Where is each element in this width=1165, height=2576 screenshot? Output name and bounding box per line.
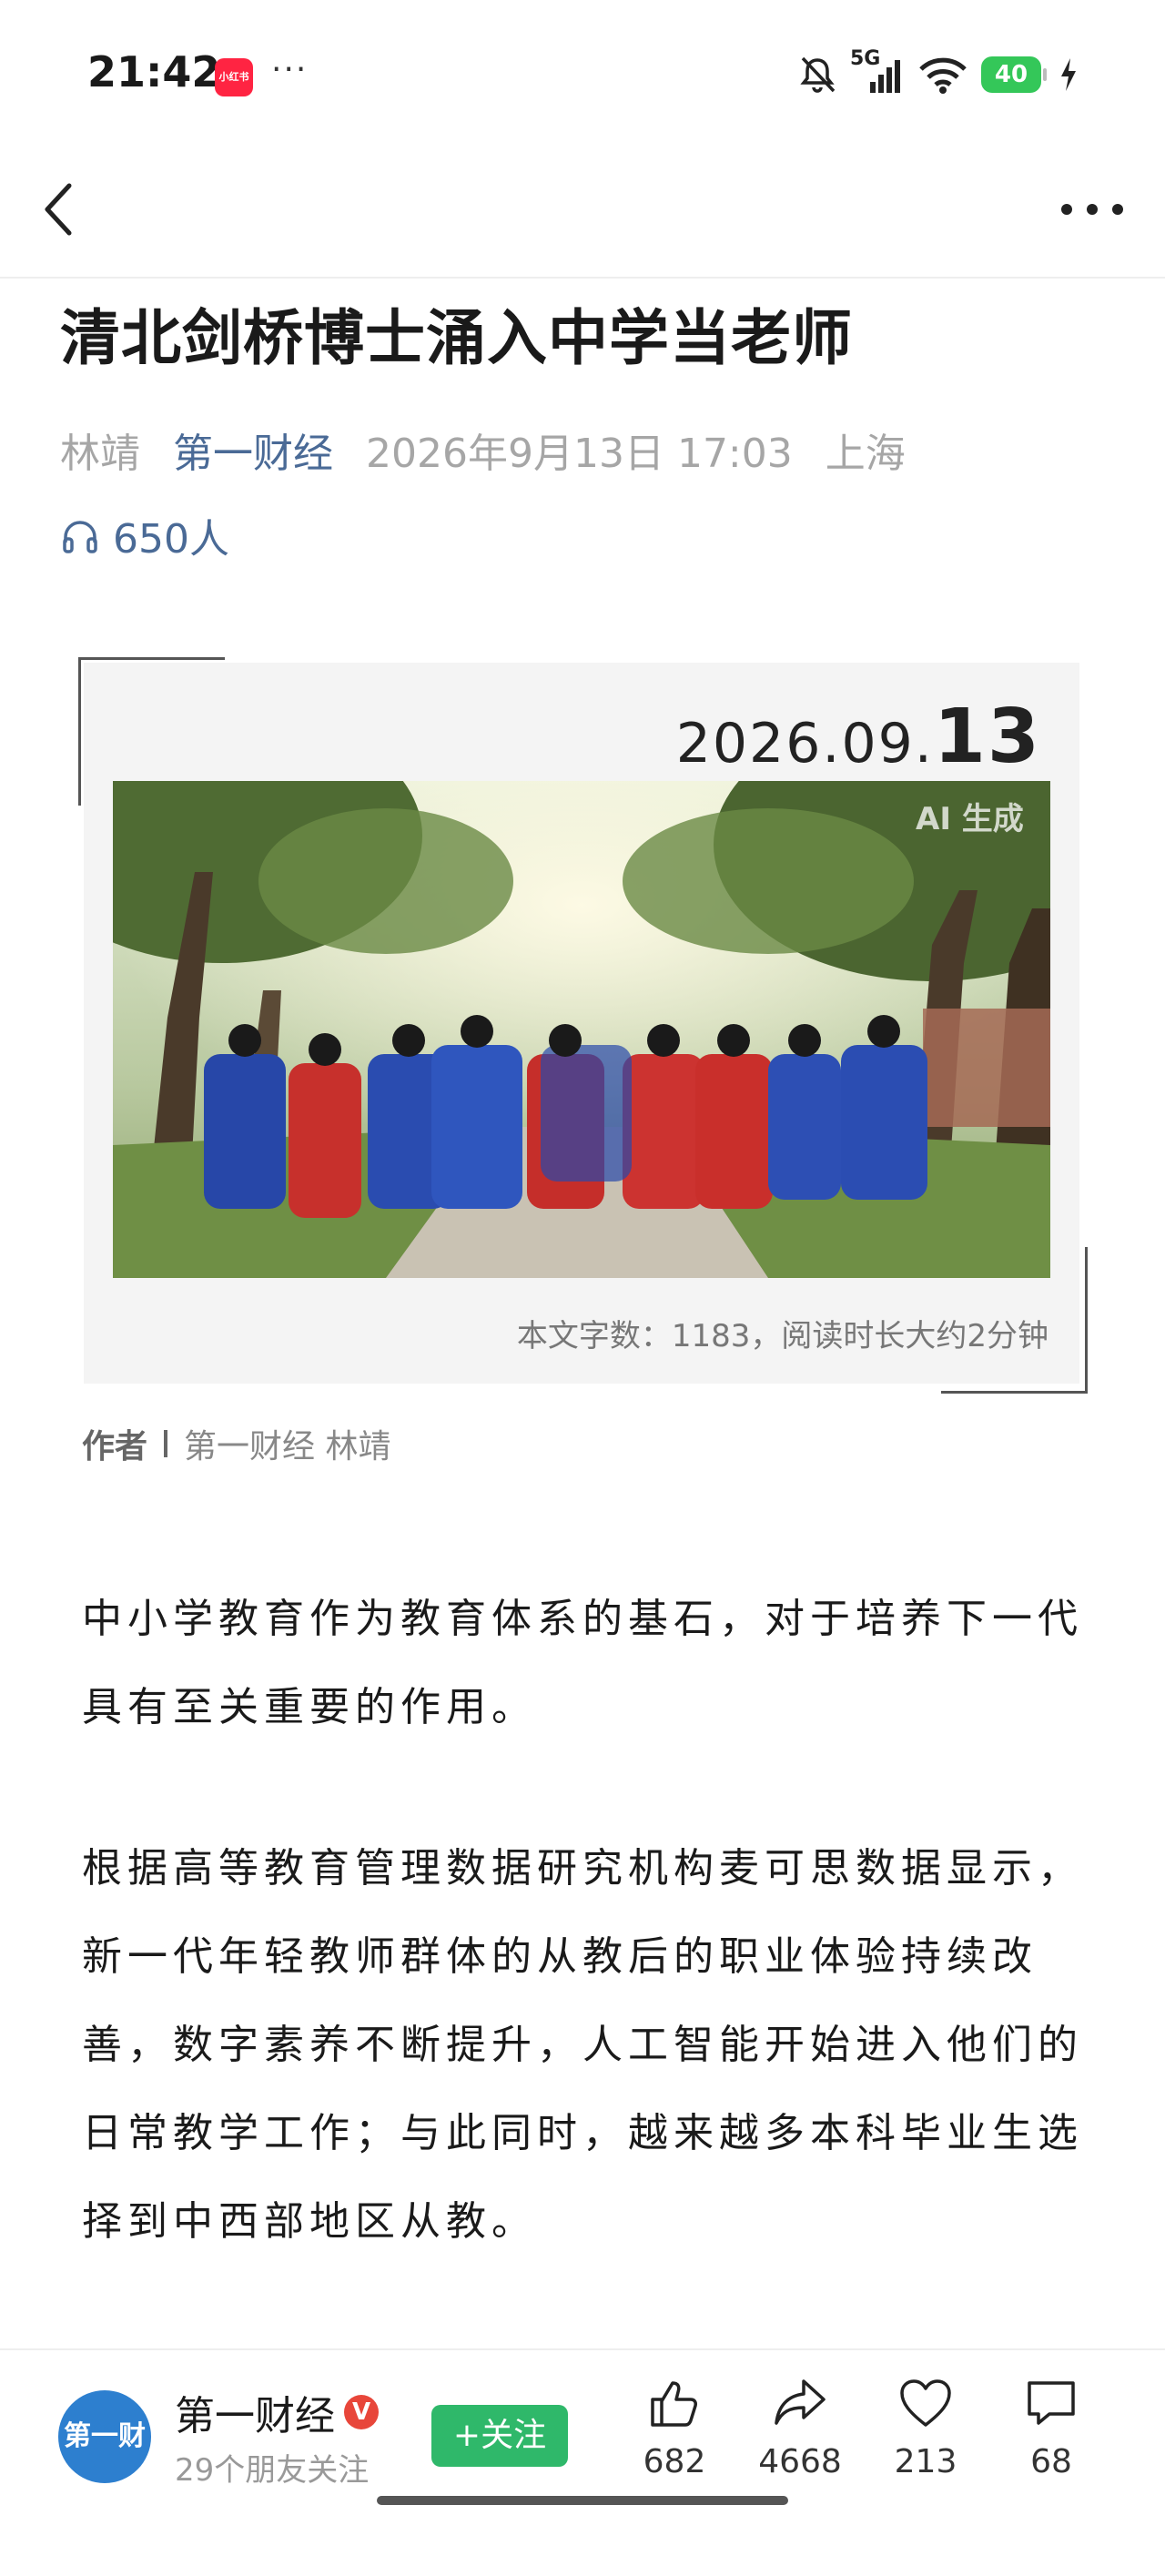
byline: 作者 第一财经 林靖 [82, 1420, 390, 1467]
home-indicator[interactable] [377, 2496, 788, 2505]
more-options-button[interactable] [1038, 173, 1129, 246]
comment-button[interactable]: 68 [1001, 2374, 1101, 2480]
source-link[interactable]: 第一财经 [173, 421, 333, 479]
word-count: 本文字数：1183，阅读时长大约2分钟 [516, 1318, 1048, 1354]
listener-count: 650人 [113, 516, 229, 563]
author-name[interactable]: 林靖 [60, 421, 140, 479]
more-dots-icon [1061, 204, 1123, 215]
app-notification-icon: 小红书 [215, 58, 253, 96]
graduates [204, 1015, 927, 1218]
publish-location: 上海 [825, 431, 906, 477]
share-count: 4668 [758, 2443, 842, 2480]
publish-datetime: 2026年9月13日 17:03 [366, 431, 793, 477]
byline-divider [164, 1430, 168, 1457]
nav-divider [0, 277, 1165, 279]
mute-bell-icon [800, 56, 836, 93]
status-more-icon: ··· [271, 51, 309, 88]
verified-badge-icon: V [344, 2395, 379, 2429]
back-button[interactable] [36, 173, 109, 246]
signal-icon: 5G [850, 47, 905, 95]
battery-level: 40 [981, 56, 1041, 93]
follow-button[interactable]: +关注 [431, 2405, 568, 2467]
charging-icon [1061, 58, 1076, 91]
article-title: 清北剑桥博士涌入中学当老师 [60, 303, 853, 373]
favorite-button[interactable]: 213 [876, 2374, 976, 2480]
heart-icon [900, 2379, 951, 2427]
like-button[interactable]: 682 [624, 2374, 724, 2480]
favorite-count: 213 [894, 2443, 957, 2480]
ai-generated-tag: AI 生成 [916, 801, 1024, 837]
body-paragraph: 根据高等教育管理数据研究机构麦可思数据显示，新一代年轻教师群体的从教后的职业体验… [82, 1845, 1083, 2245]
account-name[interactable]: 第一财经 V [175, 2383, 379, 2441]
account-avatar[interactable]: 第一财经 [58, 2390, 151, 2545]
chevron-left-icon [45, 183, 72, 236]
body-paragraph: 中小学教育作为教育体系的基石，对于培养下一代具有至关重要的作用。 [82, 1596, 1083, 1730]
share-button[interactable]: 4668 [750, 2374, 850, 2480]
status-time: 21:42 [87, 47, 221, 96]
account-name-label: 第一财经 [175, 2393, 335, 2439]
share-arrow-icon [775, 2379, 826, 2425]
wifi-icon [919, 57, 967, 94]
cover-image[interactable] [113, 781, 1050, 1278]
byline-names: 第一财经 林靖 [184, 1428, 391, 1465]
listen-button[interactable]: 650人 [60, 506, 229, 564]
byline-label: 作者 [82, 1428, 148, 1465]
comment-count: 68 [1030, 2443, 1072, 2480]
article-meta: 林靖 第一财经 2026年9月13日 17:03 上海 [60, 421, 906, 479]
like-count: 682 [643, 2443, 706, 2480]
cover-date: 2026.09. 13 [676, 694, 1041, 780]
comment-bubble-icon [1028, 2381, 1075, 2425]
thumbs-up-icon [651, 2381, 697, 2427]
graduates-illustration [113, 781, 1050, 1278]
headphones-icon [63, 521, 97, 553]
friends-following: 29个朋友关注 [175, 2452, 370, 2489]
battery-icon: 40 [981, 56, 1047, 93]
bottom-divider [0, 2348, 1165, 2350]
status-icons: 5G 40 [797, 47, 1078, 95]
cover-date-day: 13 [933, 694, 1041, 780]
cover-date-prefix: 2026.09. [675, 712, 934, 776]
